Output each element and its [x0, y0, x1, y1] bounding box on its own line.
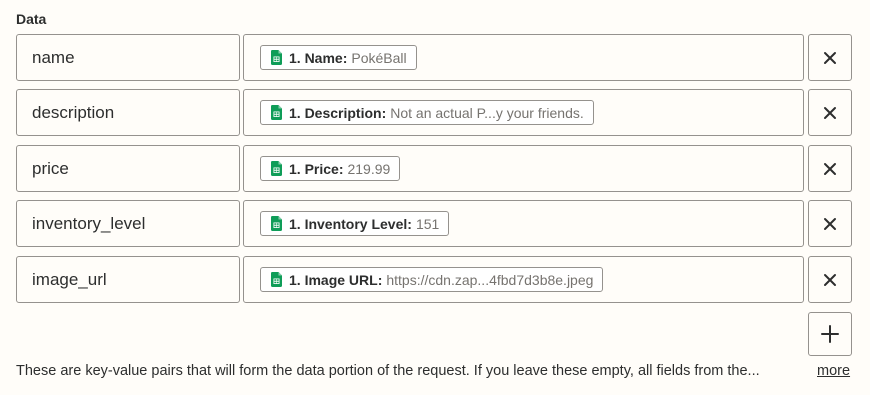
key-text: price: [32, 158, 69, 178]
field-pill[interactable]: 1. Inventory Level: 151: [260, 211, 450, 236]
remove-row-button[interactable]: [808, 200, 852, 247]
value-input[interactable]: 1. Image URL: https://cdn.zap...4fbd7d3b…: [243, 256, 804, 303]
pill-value: 219.99: [347, 160, 391, 177]
key-input[interactable]: description: [16, 89, 240, 136]
key-input[interactable]: image_url: [16, 256, 240, 303]
value-input[interactable]: 1. Inventory Level: 151: [243, 200, 804, 247]
pill-value: https://cdn.zap...4fbd7d3b8e.jpeg: [386, 271, 594, 288]
pill-value: 151: [415, 215, 440, 232]
data-row: inventory_level 1. Inventory Level: 151: [16, 200, 852, 247]
google-sheets-icon: [271, 272, 282, 287]
value-input[interactable]: 1. Description: Not an actual P...y your…: [243, 89, 804, 136]
pill-label: 1. Name:: [289, 49, 348, 66]
key-input[interactable]: name: [16, 34, 240, 81]
field-pill[interactable]: 1. Price: 219.99: [260, 156, 401, 181]
close-icon: [824, 217, 836, 230]
plus-icon: [821, 325, 839, 343]
google-sheets-icon: [271, 216, 282, 231]
pill-label: 1. Description:: [289, 104, 387, 121]
close-icon: [824, 51, 836, 64]
pill-label: 1. Image URL:: [289, 271, 383, 288]
google-sheets-icon: [271, 50, 282, 65]
field-pill[interactable]: 1. Image URL: https://cdn.zap...4fbd7d3b…: [260, 267, 604, 292]
field-pill[interactable]: 1. Description: Not an actual P...y your…: [260, 100, 594, 125]
key-text: image_url: [32, 269, 107, 289]
data-row: description 1. Description: Not an actua…: [16, 89, 852, 136]
pill-label: 1. Price:: [289, 160, 344, 177]
more-link[interactable]: more: [817, 363, 850, 379]
value-input[interactable]: 1. Price: 219.99: [243, 145, 804, 192]
data-row: name 1. Name: PokéBall: [16, 34, 852, 81]
key-text: name: [32, 47, 75, 67]
key-input[interactable]: price: [16, 145, 240, 192]
google-sheets-icon: [271, 105, 282, 120]
close-icon: [824, 273, 836, 286]
data-row: image_url 1. Image URL: https://cdn.zap.…: [16, 256, 852, 303]
remove-row-button[interactable]: [808, 34, 852, 81]
google-sheets-icon: [271, 161, 282, 176]
key-text: description: [32, 102, 115, 122]
close-icon: [824, 162, 836, 175]
key-input[interactable]: inventory_level: [16, 200, 240, 247]
field-pill[interactable]: 1. Name: PokéBall: [260, 45, 417, 70]
pill-value: PokéBall: [351, 49, 407, 66]
pill-label: 1. Inventory Level:: [289, 215, 412, 232]
key-text: inventory_level: [32, 213, 146, 233]
data-row: price 1. Price: 219.99: [16, 145, 852, 192]
pill-value: Not an actual P...y your friends.: [390, 104, 584, 121]
add-row-button[interactable]: [808, 312, 852, 356]
remove-row-button[interactable]: [808, 145, 852, 192]
value-input[interactable]: 1. Name: PokéBall: [243, 34, 804, 81]
close-icon: [824, 106, 836, 119]
remove-row-button[interactable]: [808, 256, 852, 303]
remove-row-button[interactable]: [808, 89, 852, 136]
section-label: Data: [16, 11, 47, 27]
help-text: These are key-value pairs that will form…: [16, 363, 760, 379]
